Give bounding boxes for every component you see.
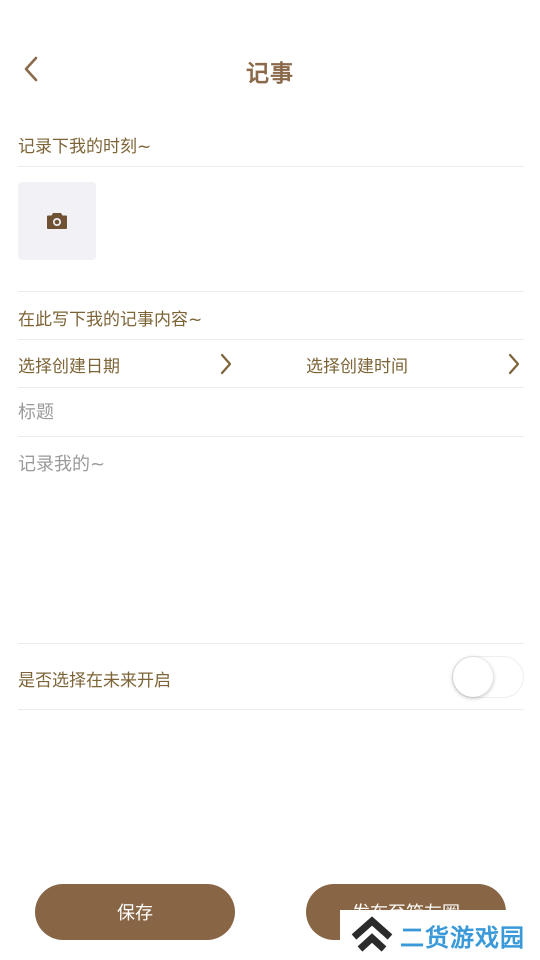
chevron-right-icon [508,353,520,375]
add-photo-button[interactable] [18,182,96,260]
content-textarea[interactable] [18,450,524,636]
divider [18,709,524,710]
title-input[interactable] [18,390,524,434]
divider [18,643,524,644]
watermark-text: 二货游戏园 [400,923,525,952]
moment-label: 记录下我的时刻~ [18,137,152,157]
save-button[interactable]: 保存 [35,884,235,940]
page-title: 记事 [246,61,294,87]
divider [18,339,524,340]
double-chevron-up-icon [351,916,393,952]
toggle-knob [453,657,493,697]
future-open-label: 是否选择在未来开启 [18,671,171,691]
divider [18,436,524,437]
note-editor-page: 记事 记录下我的时刻~ 在此写下我的记事内容~ 选择创建日期 选择创建时间 是否… [0,0,540,960]
content-label: 在此写下我的记事内容~ [18,310,203,330]
divider [18,291,524,292]
time-picker[interactable]: 选择创建时间 [306,342,526,386]
divider [18,166,524,167]
chevron-right-icon [220,353,232,375]
time-picker-label: 选择创建时间 [306,357,408,377]
camera-icon [47,213,67,229]
header: 记事 [0,40,540,98]
date-picker-label: 选择创建日期 [18,357,120,377]
watermark: 二货游戏园 [340,910,540,960]
future-open-toggle[interactable] [452,656,524,698]
divider [18,387,524,388]
date-picker[interactable]: 选择创建日期 [18,342,238,386]
